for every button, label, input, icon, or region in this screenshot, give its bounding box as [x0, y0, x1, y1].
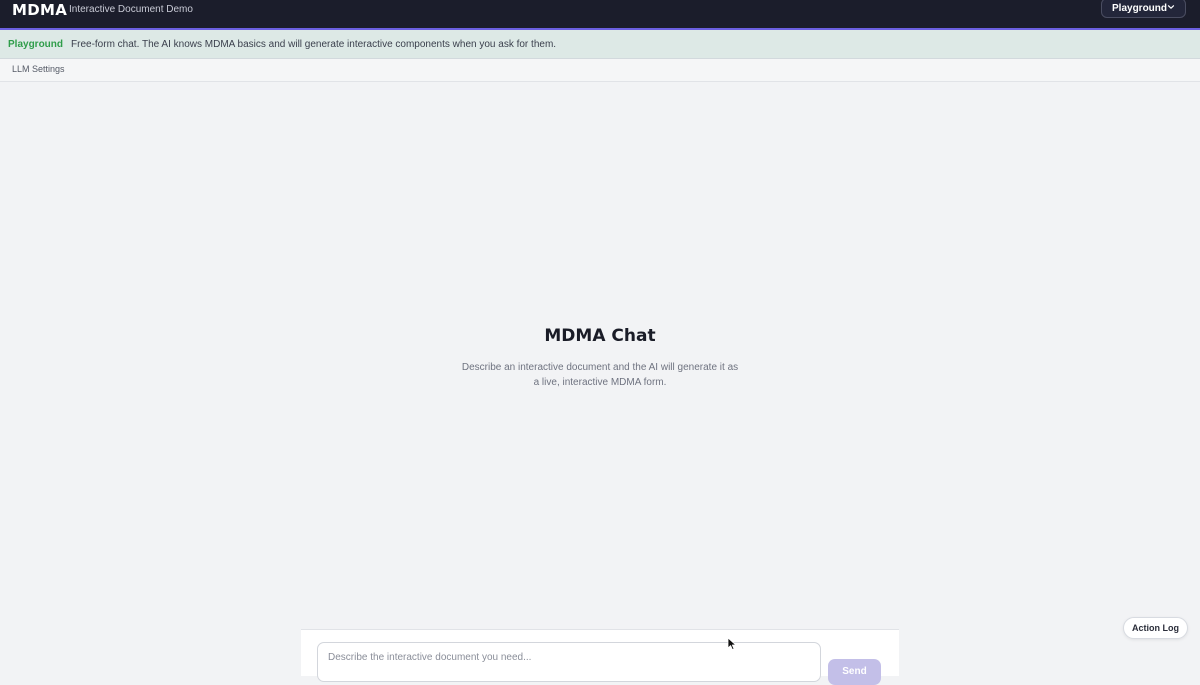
mode-selector-value: Playground — [1112, 2, 1168, 14]
empty-state-title: MDMA Chat — [544, 326, 656, 346]
mode-info-banner: Playground Free-form chat. The AI knows … — [0, 30, 1200, 59]
chat-empty-state: MDMA Chat Describe an interactive docume… — [400, 326, 800, 390]
chat-composer: Send — [301, 629, 899, 685]
send-button[interactable]: Send — [828, 659, 881, 685]
action-log-button[interactable]: Action Log — [1123, 617, 1188, 639]
banner-mode-tag: Playground — [8, 38, 64, 50]
message-input[interactable] — [317, 642, 821, 682]
banner-description: Free-form chat. The AI knows MDMA basics… — [71, 38, 557, 50]
settings-bar: LLM Settings — [0, 59, 1200, 82]
mouse-pointer-icon — [727, 637, 737, 650]
app-subtitle: Interactive Document Demo — [69, 4, 193, 15]
empty-state-description: Describe an interactive document and the… — [461, 362, 739, 388]
chevron-down-icon — [1167, 5, 1175, 9]
llm-settings-toggle[interactable]: LLM Settings — [12, 64, 65, 74]
mode-selector-dropdown[interactable]: Playground — [1101, 0, 1186, 18]
app-logo: MDMA — [12, 1, 68, 19]
top-navigation-bar: MDMA Interactive Document Demo Playgroun… — [0, 0, 1200, 30]
